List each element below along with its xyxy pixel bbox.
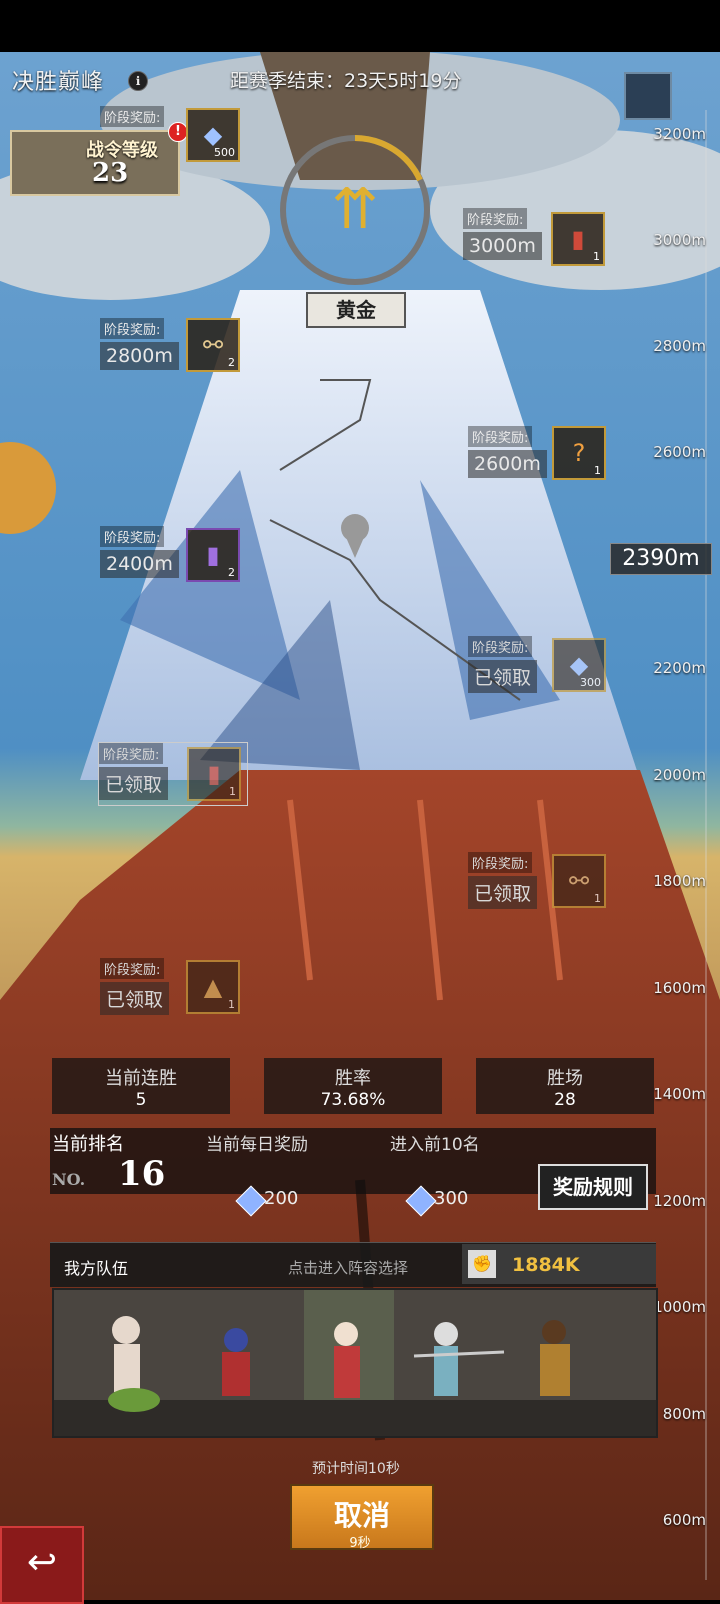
altitude-tick: 600m	[662, 1511, 706, 1529]
altitude-tick: 800m	[662, 1405, 706, 1423]
stage-reward-node[interactable]: 阶段奖励: 2400m ▮ 2	[100, 526, 250, 588]
altitude-tick: 1400m	[653, 1085, 706, 1103]
tier-name: 黄金	[306, 292, 406, 328]
stage-reward-node[interactable]: 阶段奖励: 已领取 ◆ 300	[468, 636, 618, 698]
altitude-tick: 2800m	[653, 337, 706, 355]
stage-reward-node[interactable]: 阶段奖励: 已领取 ▮ 1	[98, 742, 248, 806]
stat-win-streak: 当前连胜 5	[52, 1058, 230, 1114]
daily-reward-label: 当前每日奖励	[206, 1135, 308, 1155]
team-power: 1884K	[512, 1254, 580, 1276]
hero-sprite	[222, 1328, 250, 1396]
stage-reward-node[interactable]: 阶段奖励: 2800m ⚯ 2	[100, 318, 250, 380]
stage-reward-status: 已领取	[468, 876, 538, 909]
mystery-chest-icon: ? 1	[552, 426, 606, 480]
hero-sprite	[540, 1320, 570, 1396]
book-icon: ▮ 1	[551, 212, 605, 266]
stage-reward-status: 已领取	[99, 767, 169, 800]
daily-reward-value: 200	[264, 1188, 299, 1209]
page-title: 决胜巅峰	[12, 70, 105, 95]
book-icon: ▮ 1	[187, 747, 241, 801]
altitude-tick: 1200m	[653, 1192, 706, 1210]
team-select-hint[interactable]: 点击进入阵容选择	[288, 1257, 408, 1278]
info-icon[interactable]: ℹ	[128, 71, 148, 91]
cancel-label: 取消	[333, 1499, 390, 1532]
tier-emblem-icon: ⇈	[331, 177, 379, 242]
stage-reward-label: 阶段奖励:	[468, 426, 533, 447]
stage-reward-label: 阶段奖励:	[100, 958, 165, 979]
stage-reward-altitude: 2800m	[100, 342, 179, 370]
current-altitude-marker: 2390m	[610, 543, 712, 575]
ranking-value: 16	[118, 1154, 166, 1194]
stage-reward-label: 阶段奖励:	[99, 743, 164, 764]
season-countdown: 距赛季结束：23天5时19分	[230, 70, 462, 92]
stage-reward-status: 已领取	[100, 982, 170, 1015]
elapsed-time: 9秒	[349, 1536, 371, 1551]
chest-icon: ▲ 1	[186, 960, 240, 1014]
ranking-prefix: NO.	[52, 1170, 86, 1189]
stage-reward-status: 已领取	[468, 660, 538, 693]
top10-reward-value: 300	[434, 1188, 469, 1209]
estimated-time: 预计时间10秒	[312, 1461, 400, 1477]
team-lineup-panel[interactable]	[52, 1288, 658, 1438]
status-bar	[0, 0, 720, 52]
power-fist-icon: ✊	[468, 1250, 496, 1278]
purple-book-icon: ▮ 2	[186, 528, 240, 582]
battle-pass-level: 23	[92, 158, 129, 188]
altitude-tick: 2200m	[653, 659, 706, 677]
top10-reward-label: 进入前10名	[390, 1135, 480, 1155]
scroll-icon: ⚯ 2	[186, 318, 240, 372]
stat-win-rate: 胜率 73.68%	[264, 1058, 442, 1114]
reward-rules-button[interactable]: 奖励规则	[538, 1164, 648, 1210]
gem-icon: ◆ 500	[186, 108, 240, 162]
hero-sprite	[334, 1322, 360, 1398]
team-lineup-art	[54, 1290, 656, 1436]
stage-reward-node[interactable]: 阶段奖励: 3000m ▮ 1	[463, 208, 613, 270]
back-arrow-icon[interactable]: ↩	[0, 1526, 84, 1604]
scroll-icon: ⚯ 1	[552, 854, 606, 908]
stage-reward-node[interactable]: 阶段奖励: 已领取 ▲ 1	[100, 958, 250, 1020]
stage-reward-label: 阶段奖励:	[100, 318, 165, 339]
stage-reward-label: 阶段奖励:	[468, 636, 533, 657]
gem-icon: ◆ 300	[552, 638, 606, 692]
altitude-tick: 2600m	[653, 443, 706, 461]
stage-reward-node[interactable]: 阶段奖励: 2600m ? 1	[468, 426, 618, 488]
stage-reward-altitude: 2600m	[468, 450, 547, 478]
stage-reward-label: 阶段奖励:	[100, 526, 165, 547]
team-title: 我方队伍	[64, 1259, 129, 1278]
stage-reward-label: 阶段奖励:	[100, 106, 165, 127]
stage-reward-altitude: 2400m	[100, 550, 179, 578]
altitude-tick: 1000m	[653, 1298, 706, 1316]
stage-reward-altitude: 3000m	[463, 232, 542, 260]
altitude-tick: 3200m	[653, 125, 706, 143]
stage-reward-label: 阶段奖励:	[468, 852, 533, 873]
altitude-tick: 1600m	[653, 979, 706, 997]
stat-wins: 胜场 28	[476, 1058, 654, 1114]
stage-reward-node[interactable]: 阶段奖励: ◆ 500	[100, 106, 240, 162]
ranking-label: 当前排名	[52, 1134, 124, 1155]
altitude-tick: 1800m	[653, 872, 706, 890]
stage-reward-node[interactable]: 阶段奖励: 已领取 ⚯ 1	[468, 852, 618, 914]
altitude-tick: 3000m	[653, 231, 706, 249]
stage-reward-label: 阶段奖励:	[463, 208, 528, 229]
leaderboard-icon[interactable]	[624, 72, 672, 120]
altitude-tick: 2000m	[653, 766, 706, 784]
